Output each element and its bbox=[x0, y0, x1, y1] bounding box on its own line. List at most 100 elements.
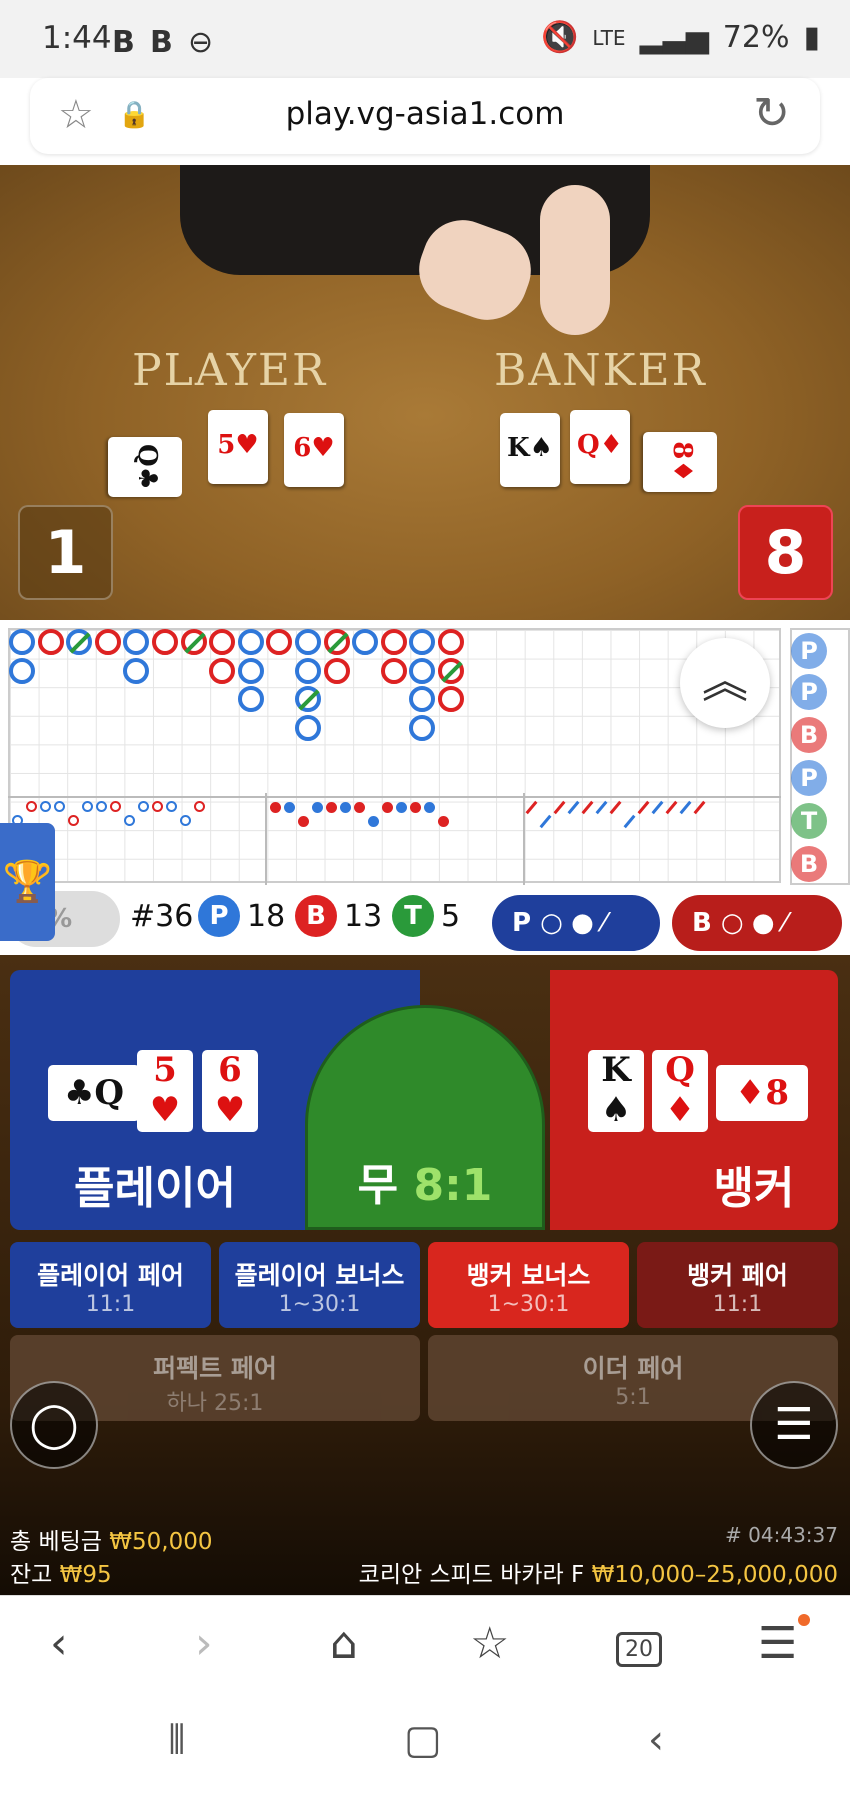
road-marker bbox=[237, 657, 264, 684]
roadmap-divider bbox=[8, 796, 781, 798]
banker-card: K♠ bbox=[500, 413, 560, 487]
banker-card: Q♦ bbox=[570, 410, 630, 484]
road-marker bbox=[409, 714, 436, 741]
player-bonus-bet[interactable]: 플레이어 보너스 1~30:1 bbox=[219, 1242, 420, 1328]
betting-table: ♣Q 5 ♥ 6 ♥ 플레이어 무 8:1 K ♠ Q ♦ ♦8 뱅커 플레이어 페어 1… bbox=[0, 955, 850, 1595]
player-card: 5♥ bbox=[208, 410, 268, 484]
small-road-marker bbox=[40, 801, 51, 812]
chat-icon[interactable]: ◯ bbox=[10, 1381, 98, 1469]
road-marker bbox=[295, 686, 321, 713]
status-bar: 1:44 B B ⊖ 🔇 LTE ▂▃▅ 72% ▮ bbox=[0, 0, 850, 78]
prediction-tie: T bbox=[791, 803, 827, 839]
small-road-marker bbox=[382, 802, 393, 813]
battery-text: 72% bbox=[722, 20, 790, 55]
banker-pair-bet[interactable]: 뱅커 페어 11:1 bbox=[637, 1242, 838, 1328]
signal-icon: ▂▃▅ bbox=[639, 20, 709, 55]
stats-bar: 0% #36 P 18 B 13 T 5 P ○ ● ⁄ B ○ ● ⁄ bbox=[0, 885, 850, 955]
player-label: PLAYER bbox=[132, 345, 328, 396]
small-road-marker bbox=[326, 802, 337, 813]
small-road-marker bbox=[284, 802, 295, 813]
small-road-marker bbox=[298, 816, 309, 827]
home-icon[interactable]: ⌂ bbox=[330, 1618, 358, 1669]
small-road-marker bbox=[68, 815, 79, 826]
tie-count-badge: T bbox=[392, 895, 434, 937]
small-road-marker bbox=[124, 815, 135, 826]
tabs-icon[interactable]: 20 bbox=[616, 1632, 662, 1667]
player-zone-label: 플레이어 bbox=[74, 1163, 236, 1214]
home-button-icon[interactable]: ▢ bbox=[404, 1717, 442, 1763]
dealer-hand bbox=[540, 185, 610, 335]
player-count: 18 bbox=[247, 899, 286, 934]
prediction-player: P bbox=[791, 633, 827, 669]
bet-name: 플레이어 보너스 bbox=[234, 1261, 405, 1290]
mute-icon: 🔇 bbox=[540, 20, 579, 55]
round-id: # 04:43:37 bbox=[725, 1523, 838, 1547]
banker-label: BANKER bbox=[494, 345, 707, 396]
roadmap-divider bbox=[523, 793, 525, 885]
small-road-marker bbox=[438, 816, 449, 827]
banker-count: 13 bbox=[344, 899, 383, 934]
player-pair-bet[interactable]: 플레이어 페어 11:1 bbox=[10, 1242, 211, 1328]
small-road-marker bbox=[110, 801, 121, 812]
round-number: #36 bbox=[130, 899, 194, 934]
road-marker bbox=[380, 657, 407, 684]
banker-bet-zone[interactable]: K ♠ Q ♦ ♦8 뱅커 bbox=[550, 970, 838, 1230]
tie-zone-label: 무 8:1 bbox=[357, 1160, 493, 1211]
road-marker bbox=[123, 657, 150, 684]
bet-name: 뱅커 보너스 bbox=[466, 1261, 591, 1290]
road-marker bbox=[323, 629, 350, 655]
app-notification-icon: B bbox=[150, 25, 173, 60]
back-icon[interactable]: ‹ bbox=[50, 1618, 68, 1669]
road-marker bbox=[66, 629, 93, 655]
system-back-icon[interactable]: ‹ bbox=[648, 1717, 664, 1763]
small-road-marker bbox=[96, 801, 107, 812]
forward-icon[interactable]: › bbox=[195, 1618, 213, 1669]
prediction-banker: B bbox=[791, 846, 827, 882]
address-bar[interactable]: ☆ 🔒 play.vg-asia1.com ↻ bbox=[30, 78, 820, 154]
prediction-banker: B bbox=[791, 717, 827, 753]
small-road-marker bbox=[340, 802, 351, 813]
bet-odds: 11:1 bbox=[85, 1292, 136, 1317]
battery-icon: ▮ bbox=[803, 20, 820, 55]
road-marker bbox=[295, 629, 321, 655]
tie-bet-zone[interactable]: 무 8:1 bbox=[305, 1005, 545, 1230]
browser-menu-icon[interactable]: ☰ bbox=[758, 1618, 797, 1669]
player-prediction-pill[interactable]: P ○ ● ⁄ bbox=[492, 895, 660, 951]
small-road-marker bbox=[270, 802, 281, 813]
reload-icon[interactable]: ↻ bbox=[753, 88, 790, 139]
table-info: 코리안 스피드 바카라 F ₩10,000–25,000,000 bbox=[358, 1562, 838, 1588]
banker-card: Q♦ bbox=[652, 1050, 708, 1132]
road-marker bbox=[9, 629, 35, 655]
small-road-marker bbox=[26, 801, 37, 812]
expand-roadmap-button[interactable]: ︽ bbox=[680, 638, 770, 728]
banker-bonus-bet[interactable]: 뱅커 보너스 1~30:1 bbox=[428, 1242, 629, 1328]
small-road-marker bbox=[354, 802, 365, 813]
notification-dot bbox=[798, 1614, 810, 1626]
small-road-marker bbox=[424, 802, 435, 813]
road-marker bbox=[209, 657, 236, 684]
bookmarks-icon[interactable]: ☆ bbox=[470, 1618, 509, 1669]
road-marker bbox=[409, 657, 436, 684]
player-card: 5♥ bbox=[137, 1050, 193, 1132]
banker-score: 8 bbox=[738, 505, 833, 600]
player-card: 6♥ bbox=[284, 413, 344, 487]
small-road-marker bbox=[180, 815, 191, 826]
lte-icon: LTE bbox=[592, 25, 626, 50]
tie-count: 5 bbox=[441, 899, 461, 934]
small-road-marker bbox=[194, 801, 205, 812]
dnd-icon: ⊖ bbox=[188, 25, 214, 60]
bet-name: 플레이어 페어 bbox=[37, 1261, 184, 1290]
road-marker bbox=[380, 629, 407, 655]
small-road-marker bbox=[368, 816, 379, 827]
trophy-icon[interactable]: 🏆 bbox=[0, 823, 55, 941]
recents-icon[interactable]: ⦀ bbox=[168, 1717, 186, 1763]
bet-odds: 11:1 bbox=[712, 1292, 763, 1317]
url-text[interactable]: play.vg-asia1.com bbox=[30, 96, 820, 132]
road-marker bbox=[237, 686, 264, 713]
road-marker bbox=[438, 629, 464, 655]
player-score: 1 bbox=[18, 505, 113, 600]
menu-icon[interactable]: ☰ bbox=[750, 1381, 838, 1469]
player-card: ♣Q bbox=[48, 1065, 140, 1121]
banker-prediction-pill[interactable]: B ○ ● ⁄ bbox=[672, 895, 842, 951]
banker-card: 8♦ bbox=[643, 432, 717, 492]
